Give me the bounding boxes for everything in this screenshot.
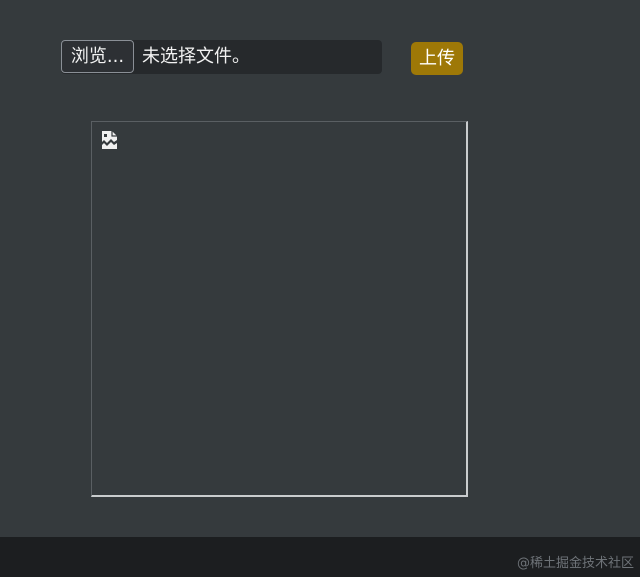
image-preview	[91, 121, 468, 497]
file-status-text: 未选择文件。	[142, 46, 250, 67]
broken-image-icon	[102, 131, 117, 149]
file-input[interactable]: 浏览... 未选择文件。	[61, 40, 382, 74]
browse-button[interactable]: 浏览...	[61, 40, 134, 73]
watermark-text: @稀土掘金技术社区	[516, 556, 634, 571]
upload-button[interactable]: 上传	[411, 42, 463, 75]
footer-bar: @稀土掘金技术社区	[0, 537, 640, 577]
